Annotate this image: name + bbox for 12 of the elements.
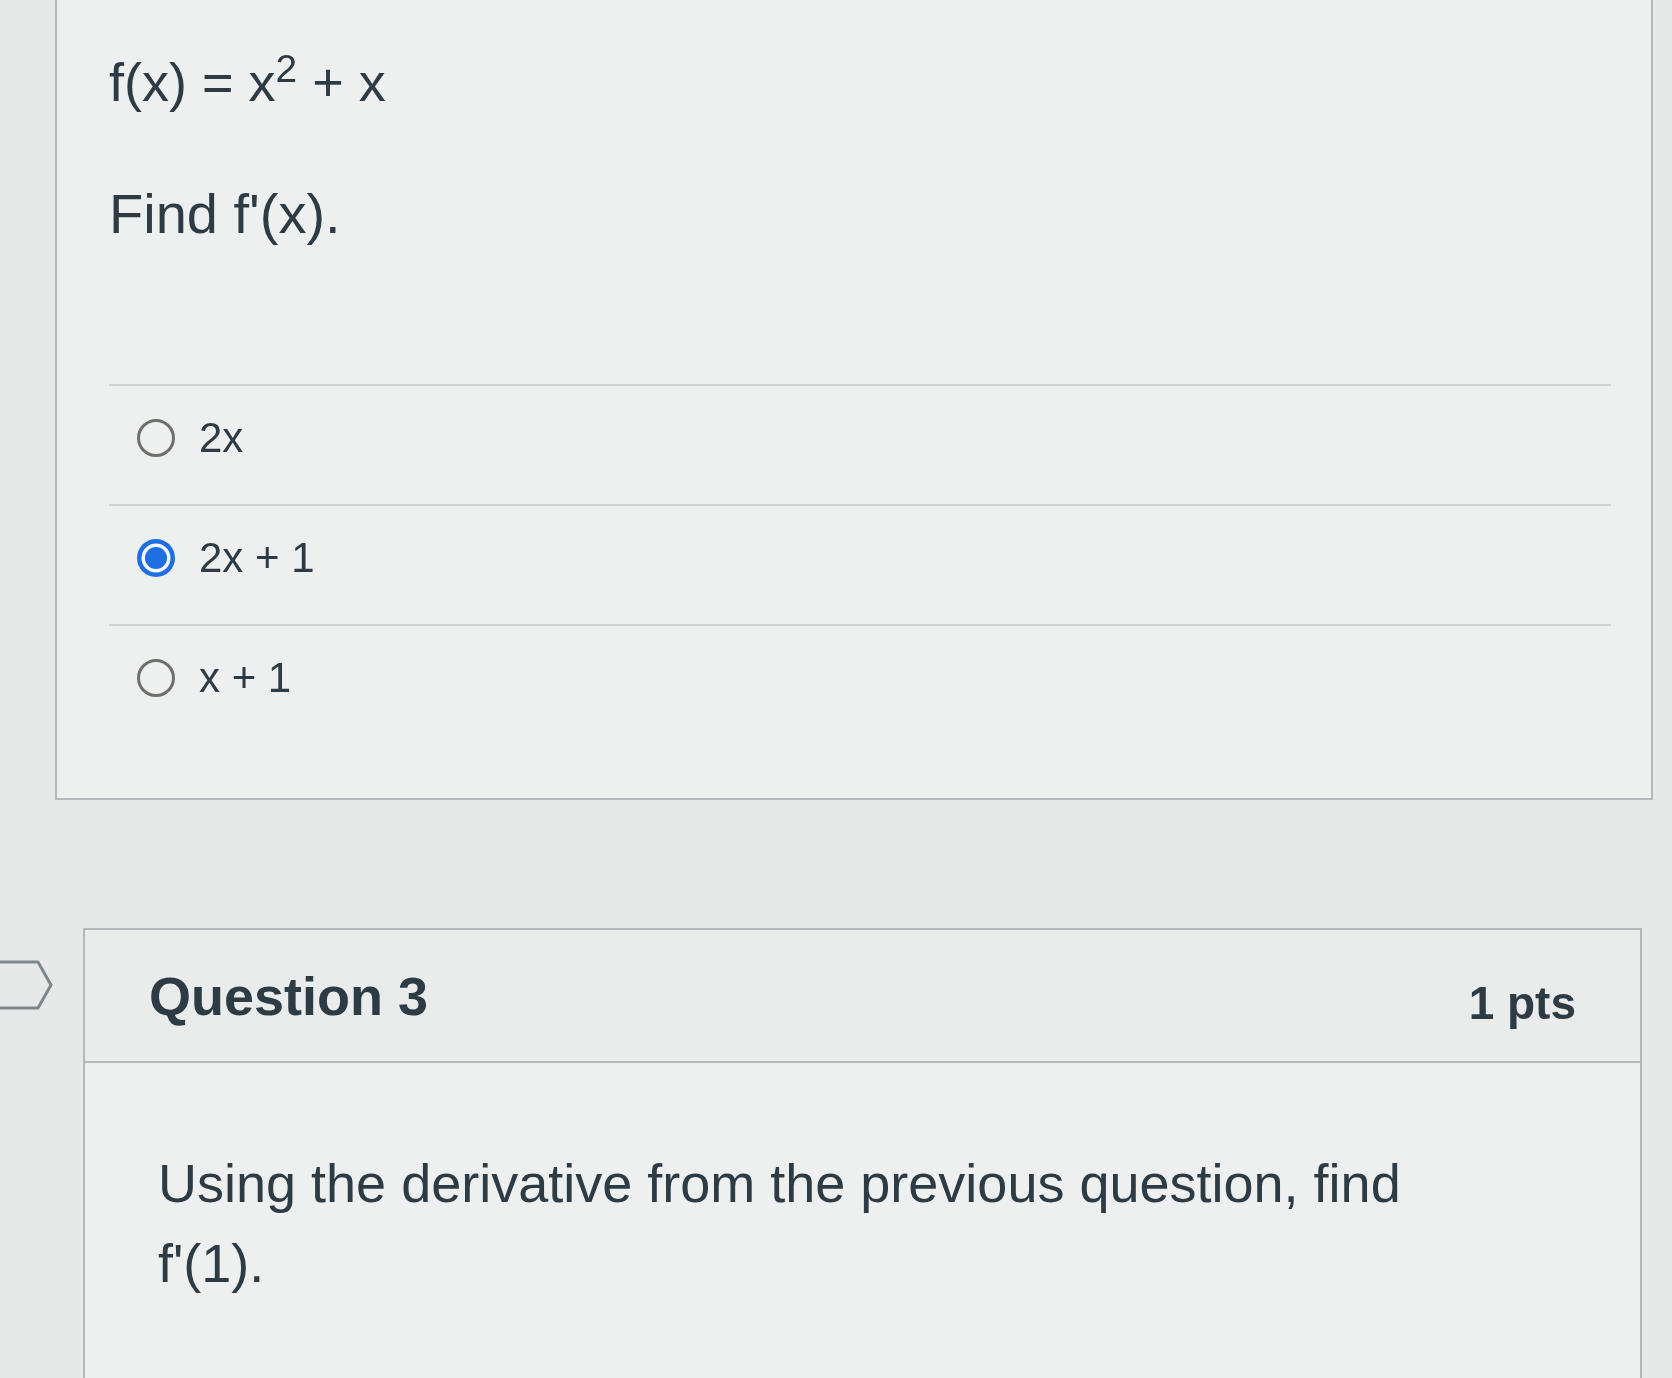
question-text: Using the derivative from the previous question, find f'(1).	[158, 1152, 1402, 1295]
question-title: Question 3	[149, 964, 429, 1028]
points-label: 1 pts	[1468, 975, 1576, 1031]
function-text: f(x) = x$^{2}$ + x	[109, 48, 386, 114]
radio-button[interactable]	[137, 539, 175, 577]
answer-label[interactable]: 2x	[199, 413, 244, 463]
answer-label[interactable]: x + 1	[199, 653, 292, 703]
radio-button[interactable]	[137, 419, 175, 457]
tag-icon[interactable]	[0, 960, 53, 1010]
answer-label[interactable]: 2x + 1	[199, 533, 315, 583]
prompt-text: Find f'(x).	[109, 181, 341, 247]
radio-button[interactable]	[137, 659, 175, 697]
